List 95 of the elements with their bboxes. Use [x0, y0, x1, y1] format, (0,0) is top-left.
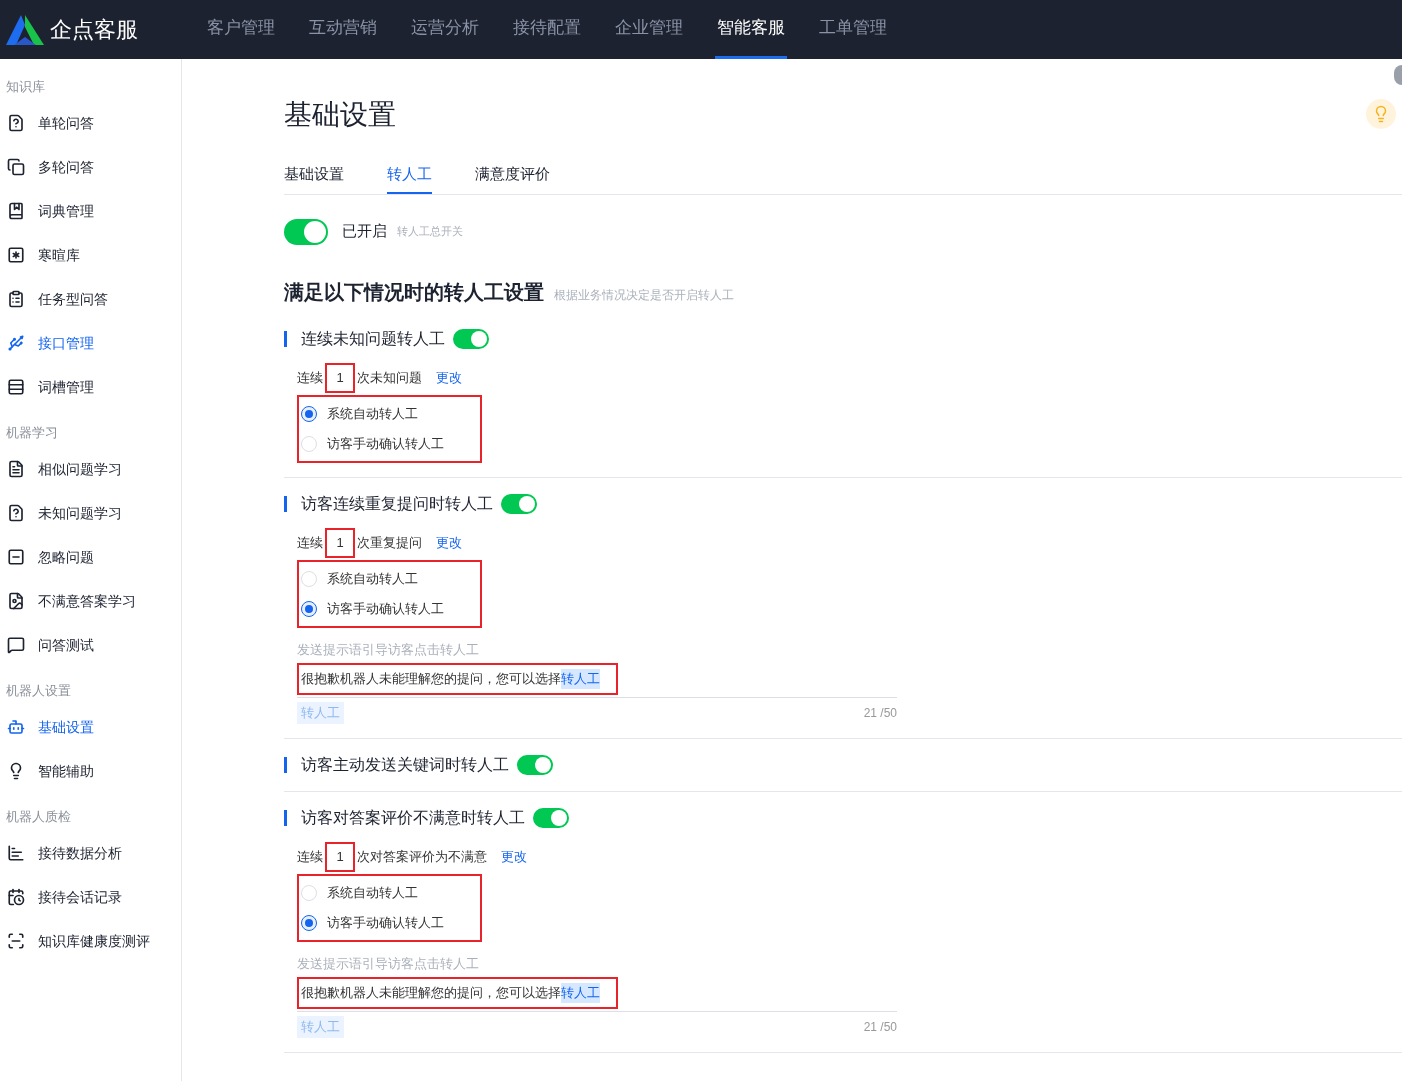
stacked-document-icon [7, 158, 25, 176]
tab[interactable]: 转人工 [387, 163, 432, 194]
bar-chart-icon [7, 844, 25, 862]
sidebar-item[interactable]: 词槽管理 [0, 365, 181, 409]
tab[interactable]: 基础设置 [284, 163, 344, 194]
tip-button[interactable] [1366, 99, 1396, 129]
section-hint: 根据业务情况决定是否开启转人工 [554, 286, 734, 304]
switch-hint: 转人工总开关 [397, 224, 463, 240]
count-suffix: 次未知问题 [357, 368, 422, 387]
toggle-switch[interactable] [517, 754, 553, 775]
toggle-switch[interactable] [533, 807, 569, 828]
sidebar-item[interactable]: 忽略问题 [0, 535, 181, 579]
sidebar-item[interactable]: 任务型问答 [0, 277, 181, 321]
document-question-icon [7, 114, 25, 132]
rows-icon [7, 378, 25, 396]
sidebar-group-title: 机器人设置 [5, 682, 72, 700]
prompt-text-field[interactable]: 很抱歉机器人未能理解您的提问，您可以选择转人工 [297, 977, 618, 1009]
radio-button[interactable] [301, 600, 317, 617]
sidebar-item[interactable]: 智能辅助 [0, 749, 181, 793]
radio-label: 系统自动转人工 [327, 404, 418, 423]
radio-label: 系统自动转人工 [327, 569, 418, 588]
change-link[interactable]: 更改 [436, 532, 462, 553]
change-link[interactable]: 更改 [501, 846, 527, 867]
prompt-label: 发送提示语引导访客点击转人工 [297, 954, 480, 973]
sidebar-item[interactable]: 接口管理 [0, 321, 181, 365]
rule-title: 访客对答案评价不满意时转人工 [301, 807, 525, 828]
sidebar-item[interactable]: 单轮问答 [0, 101, 181, 145]
sidebar-item[interactable]: 寒暄库 [0, 233, 181, 277]
section-marker [284, 495, 287, 512]
radio-label: 访客手动确认转人工 [327, 913, 444, 932]
rule-title: 连续未知问题转人工 [301, 328, 445, 349]
count-input[interactable]: 1 [325, 362, 355, 393]
robot-icon [7, 718, 25, 736]
sidebar-item[interactable]: 多轮问答 [0, 145, 181, 189]
nav-tab[interactable]: 运营分析 [409, 0, 481, 59]
count-input[interactable]: 1 [325, 841, 355, 872]
radio-button[interactable] [301, 914, 317, 931]
square-minus-icon [7, 548, 25, 566]
sidebar-item[interactable]: 基础设置 [0, 705, 181, 749]
scan-icon [7, 932, 25, 950]
sidebar-item[interactable]: 问答测试 [0, 623, 181, 667]
toggle-switch[interactable] [501, 493, 537, 514]
nav-tab[interactable]: 工单管理 [817, 0, 889, 59]
page-title: 基础设置 [284, 98, 396, 132]
count-prefix: 连续 [297, 533, 323, 552]
brand-name: 企点客服 [50, 16, 138, 44]
document-icon [7, 460, 25, 478]
count-input[interactable]: 1 [325, 527, 355, 558]
sidebar-group-title: 机器人质检 [5, 808, 72, 826]
character-counter: 21 /50 [863, 704, 897, 722]
sidebar-item[interactable]: 相似问题学习 [0, 447, 181, 491]
toggle-switch[interactable] [284, 218, 328, 245]
count-prefix: 连续 [297, 368, 323, 387]
change-link[interactable]: 更改 [436, 367, 462, 388]
clipboard-icon [7, 290, 25, 308]
sidebar-group-title: 机器学习 [5, 424, 59, 442]
radio-label: 访客手动确认转人工 [327, 599, 444, 618]
document-icon [7, 592, 25, 610]
count-prefix: 连续 [297, 847, 323, 866]
toggle-switch[interactable] [453, 328, 489, 349]
document-question-icon [7, 504, 25, 522]
radio-label: 系统自动转人工 [327, 883, 418, 902]
nav-tab[interactable]: 智能客服 [715, 0, 787, 59]
sidebar-item[interactable]: 不满意答案学习 [0, 579, 181, 623]
prompt-text-field[interactable]: 很抱歉机器人未能理解您的提问，您可以选择转人工 [297, 663, 618, 695]
bookmark-book-icon [7, 202, 25, 220]
sidebar-group-title: 知识库 [5, 78, 46, 96]
radio-button[interactable] [301, 405, 317, 422]
nav-tab[interactable]: 互动营销 [307, 0, 379, 59]
radio-label: 访客手动确认转人工 [327, 434, 444, 453]
count-suffix: 次对答案评价为不满意 [357, 847, 487, 866]
logo-icon [6, 14, 44, 45]
sidebar-item[interactable]: 接待会话记录 [0, 875, 181, 919]
count-suffix: 次重复提问 [357, 533, 422, 552]
prompt-label: 发送提示语引导访客点击转人工 [297, 640, 480, 659]
nav-tab[interactable]: 企业管理 [613, 0, 685, 59]
chat-icon [7, 636, 25, 654]
rule-title: 访客连续重复提问时转人工 [301, 493, 493, 514]
section-marker [284, 330, 287, 347]
nav-tab[interactable]: 接待配置 [511, 0, 583, 59]
rule-title: 访客主动发送关键词时转人工 [301, 754, 509, 775]
sidebar-item[interactable]: 词典管理 [0, 189, 181, 233]
calendar-clock-icon [7, 888, 25, 906]
usb-icon [7, 334, 25, 352]
tab[interactable]: 满意度评价 [475, 163, 550, 194]
section-marker [284, 809, 287, 826]
square-icon [7, 246, 25, 264]
character-counter: 21 /50 [863, 1018, 897, 1036]
nav-tab[interactable]: 客户管理 [205, 0, 277, 59]
sidebar-item[interactable]: 接待数据分析 [0, 831, 181, 875]
sidebar-item[interactable]: 知识库健康度测评 [0, 919, 181, 963]
sidebar-item[interactable]: 未知问题学习 [0, 491, 181, 535]
switch-status: 已开启 [342, 221, 387, 242]
section-marker [284, 756, 287, 773]
section-title: 满足以下情况时的转人工设置 [284, 279, 544, 305]
